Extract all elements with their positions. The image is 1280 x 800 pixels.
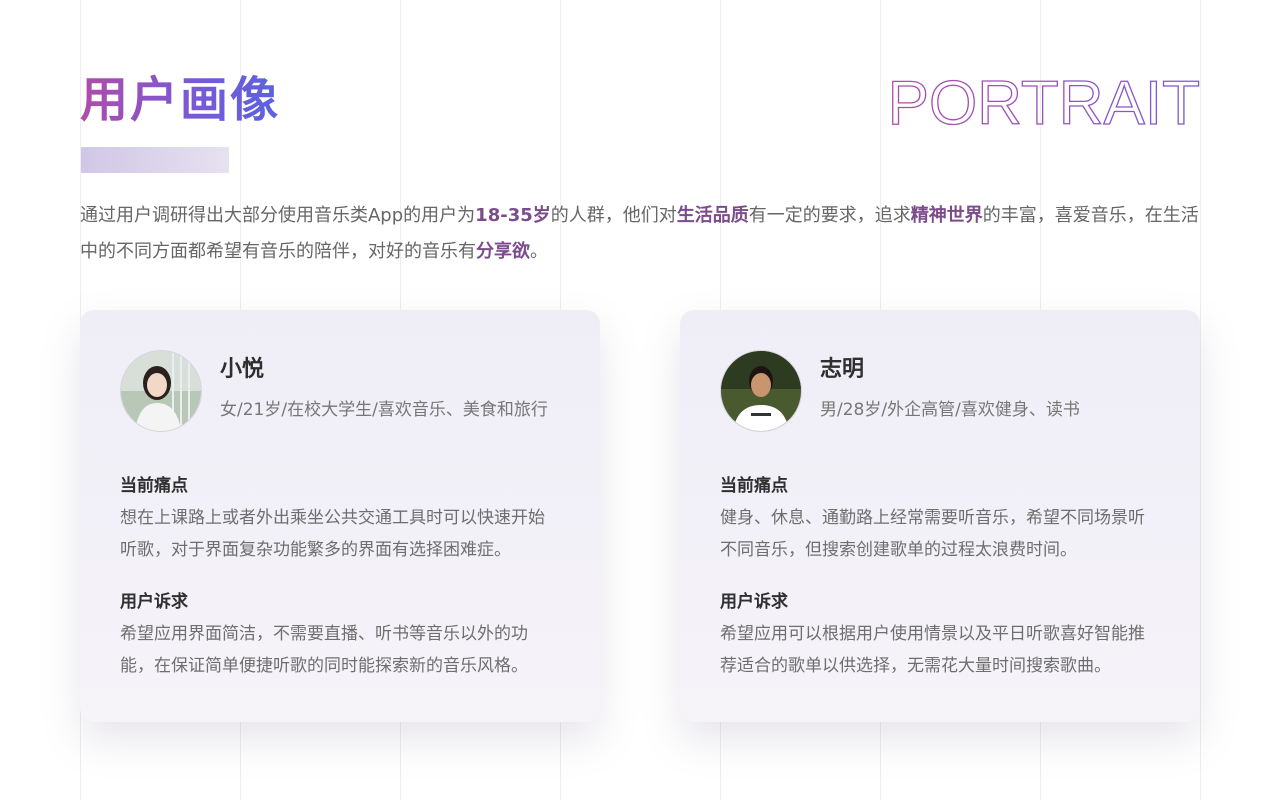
intro-highlight: 精神世界 xyxy=(910,205,983,226)
persona-card-2: 志明 男/28岁/外企高管/喜欢健身、读书 当前痛点 健身、休息、通勤路上经常需… xyxy=(680,310,1200,722)
portrait-outline-heading: PORTRAIT xyxy=(890,68,1201,138)
pain-title: 当前痛点 xyxy=(720,476,788,496)
intro-highlight: 生活品质 xyxy=(676,205,749,226)
persona-name: 小悦 xyxy=(220,357,265,382)
intro-text: 有一定的要求，追求 xyxy=(748,205,911,226)
intro-highlight: 18-35岁 xyxy=(475,205,551,226)
persona-card-1: 小悦 女/21岁/在校大学生/喜欢音乐、美食和旅行 当前痛点 想在上课路上或者外… xyxy=(80,310,600,722)
need-text: 希望应用界面简洁，不需要直播、听书等音乐以外的功能，在保证简单便捷听歌的同时能探… xyxy=(120,624,528,676)
portrait-word: PORTRAIT xyxy=(890,69,1200,138)
persona-meta: 女/21岁/在校大学生/喜欢音乐、美食和旅行 xyxy=(220,400,548,420)
persona-meta: 男/28岁/外企高管/喜欢健身、读书 xyxy=(820,400,1080,420)
intro-highlight: 分享欲 xyxy=(476,241,530,262)
intro-text: 的人群，他们对 xyxy=(550,205,677,226)
persona-avatar-2 xyxy=(720,350,802,432)
persona-name: 志明 xyxy=(820,357,865,382)
pain-text: 健身、休息、通勤路上经常需要听音乐，希望不同场景听不同音乐，但搜索创建歌单的过程… xyxy=(720,508,1145,560)
intro-text: 通过用户调研得出大部分使用音乐类App的用户为 xyxy=(80,205,476,226)
intro-text: 。 xyxy=(530,241,548,262)
need-title: 用户诉求 xyxy=(120,592,188,612)
title-underline xyxy=(81,147,229,173)
pain-text: 想在上课路上或者外出乘坐公共交通工具时可以快速开始听歌，对于界面复杂功能繁多的界… xyxy=(120,508,545,560)
need-text: 希望应用可以根据用户使用情景以及平日听歌喜好智能推荐适合的歌单以供选择，无需花大… xyxy=(720,624,1145,676)
persona-avatar-1 xyxy=(120,350,202,432)
intro-paragraph: 通过用户调研得出大部分使用音乐类App的用户为18-35岁的人群，他们对生活品质… xyxy=(80,198,1200,270)
page-title: 用户画像 xyxy=(80,68,280,132)
pain-title: 当前痛点 xyxy=(120,476,188,496)
need-title: 用户诉求 xyxy=(720,592,788,612)
